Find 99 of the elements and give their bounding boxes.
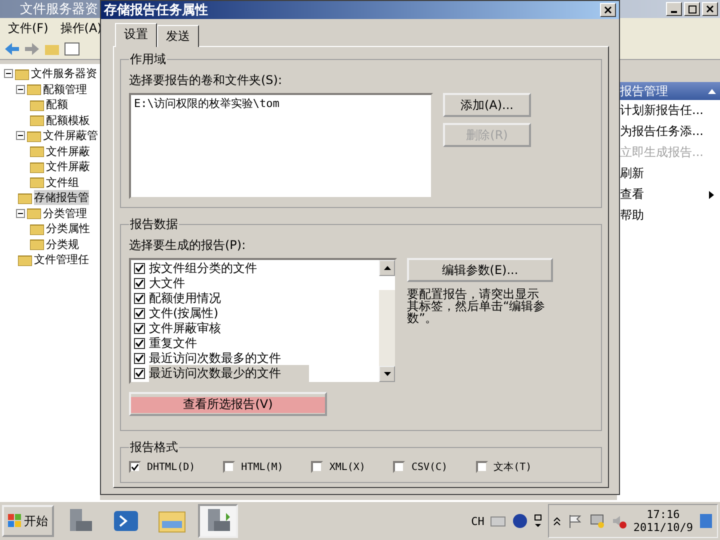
menu-item[interactable]: 文件(F): [8, 20, 48, 36]
folder-icon: [30, 145, 44, 158]
checkbox[interactable]: [134, 308, 145, 319]
checkbox-label: 文本(T): [494, 460, 532, 474]
tree-item[interactable]: 存储报告管: [34, 190, 89, 206]
collapse-toggle[interactable]: [16, 84, 25, 94]
folder-icon: [30, 238, 44, 250]
dialog-button[interactable]: 添加(A)...: [443, 93, 531, 117]
tree-item[interactable]: 文件屏蔽: [46, 144, 90, 159]
folder-path[interactable]: E:\访问权限的枚举实验\tom: [134, 96, 428, 111]
minimize-button[interactable]: [666, 2, 682, 16]
tree-item[interactable]: 分类管理: [43, 206, 87, 221]
speaker-muted-icon[interactable]: [611, 513, 628, 529]
checkbox-label: CSV(C): [411, 462, 448, 472]
checkbox[interactable]: [134, 338, 145, 349]
folder-icon: [30, 222, 44, 235]
report-item[interactable]: 文件屏蔽审核: [149, 320, 221, 337]
collapse-toggle[interactable]: [16, 131, 25, 140]
collapse-toggle[interactable]: [16, 208, 25, 218]
back-icon[interactable]: [4, 42, 20, 56]
chevron-up-icon[interactable]: [553, 516, 562, 526]
window-title: 文件服务器资: [19, 1, 98, 18]
checkbox[interactable]: [134, 368, 145, 379]
close-icon[interactable]: [706, 5, 714, 13]
group-title: 报告格式: [129, 439, 179, 456]
folder-icon: [27, 83, 41, 96]
folder-icon: [30, 98, 44, 111]
report-item[interactable]: 重复文件: [149, 335, 197, 352]
checkbox[interactable]: [134, 263, 145, 274]
maximize-button[interactable]: [684, 2, 700, 16]
field-label: 选择要生成的报告(P):: [129, 237, 247, 254]
collapse-icon[interactable]: [708, 88, 716, 94]
start-button[interactable]: 开始: [2, 505, 54, 537]
folder-icon: [18, 254, 32, 266]
close-icon[interactable]: [604, 6, 612, 14]
scroll-thumb[interactable]: [379, 276, 395, 290]
report-list[interactable]: 按文件组分类的文件 大文件 配额使用情况 文件(按属性) 文件屏蔽审核 重复文件 最近访问次数最多的文件 最近访问次数最少的文件: [129, 258, 397, 384]
tree-item[interactable]: 分类规: [46, 236, 79, 252]
tree-item[interactable]: 文件屏蔽管: [43, 128, 98, 144]
group-title: 报告数据: [129, 216, 179, 233]
action-item[interactable]: 计划新报告任...: [617, 100, 720, 121]
time-text: 17:16: [646, 508, 680, 521]
checkbox-label: XML(X): [329, 462, 366, 472]
folder-icon: [15, 68, 29, 80]
folder-icon: [30, 176, 44, 188]
restore-icon[interactable]: [534, 514, 542, 528]
folder-list[interactable]: E:\访问权限的枚举实验\tom: [129, 93, 433, 199]
action-item[interactable]: 查看: [617, 184, 720, 205]
checkbox[interactable]: [134, 293, 145, 304]
actions-header[interactable]: 报告管理: [617, 82, 720, 100]
tab[interactable]: 发送: [157, 25, 199, 47]
network-icon[interactable]: [589, 513, 606, 529]
scroll-up-icon[interactable]: [384, 266, 390, 270]
flag-icon[interactable]: [567, 513, 584, 529]
view-report-button[interactable]: 查看所选报告(V): [129, 392, 327, 416]
language-indicator[interactable]: CH: [471, 514, 484, 528]
tree-item[interactable]: 配额模板: [46, 112, 90, 128]
dialog-title: 存储报告任务属性: [104, 2, 208, 19]
action-item[interactable]: 刷新: [617, 163, 720, 184]
close-button[interactable]: [702, 2, 718, 16]
tree-item[interactable]: 配额: [46, 97, 68, 112]
tree-item[interactable]: 文件服务器资: [31, 66, 97, 82]
scrollbar[interactable]: [379, 260, 395, 382]
report-item[interactable]: 文件(按属性): [149, 305, 218, 322]
date-text: 2011/10/9: [633, 521, 693, 534]
close-button[interactable]: [600, 3, 616, 17]
collapse-toggle[interactable]: [4, 69, 13, 78]
tree-item[interactable]: 文件屏蔽: [46, 159, 90, 174]
folder-icon: [30, 114, 44, 126]
edit-parameters-button[interactable]: 编辑参数(E)...: [407, 258, 553, 282]
checkbox[interactable]: [134, 353, 145, 364]
folder-icon: [27, 207, 41, 220]
group-title: 作用域: [129, 51, 167, 68]
field-label: 选择要报告的卷和文件夹(S):: [129, 72, 284, 89]
tab[interactable]: 设置: [115, 23, 157, 47]
checkbox-label: DHTML(D): [147, 462, 196, 472]
tree-item[interactable]: 配额管理: [43, 82, 87, 97]
clock[interactable]: 17:16 2011/10/9: [633, 508, 693, 534]
scroll-down-icon[interactable]: [384, 372, 390, 376]
action-item[interactable]: 帮助: [617, 205, 720, 226]
checkbox-label: HTML(M): [241, 462, 284, 472]
folder-icon: [30, 160, 44, 173]
help-text: 要配置报告，请突出显示其标签，然后单击“编辑参数”。: [407, 288, 546, 324]
tree-item[interactable]: 文件管理任: [34, 252, 89, 268]
checkbox[interactable]: [134, 278, 145, 289]
report-item[interactable]: 配额使用情况: [149, 290, 221, 307]
windows-logo-icon: [8, 514, 22, 528]
report-item[interactable]: 大文件: [149, 275, 185, 292]
tree-item[interactable]: 文件组: [46, 174, 79, 190]
folder-icon: [18, 192, 32, 204]
submenu-arrow-icon: [709, 190, 714, 198]
tree-item[interactable]: 分类属性: [46, 221, 90, 236]
maximize-icon[interactable]: [688, 4, 696, 14]
folder-icon: [27, 130, 41, 142]
action-item[interactable]: 为报告任务添...: [617, 121, 720, 142]
report-item[interactable]: 最近访问次数最多的文件: [149, 350, 281, 367]
report-item[interactable]: 最近访问次数最少的文件: [149, 365, 309, 382]
report-item[interactable]: 按文件组分类的文件: [149, 260, 257, 277]
checkbox[interactable]: [134, 323, 145, 334]
